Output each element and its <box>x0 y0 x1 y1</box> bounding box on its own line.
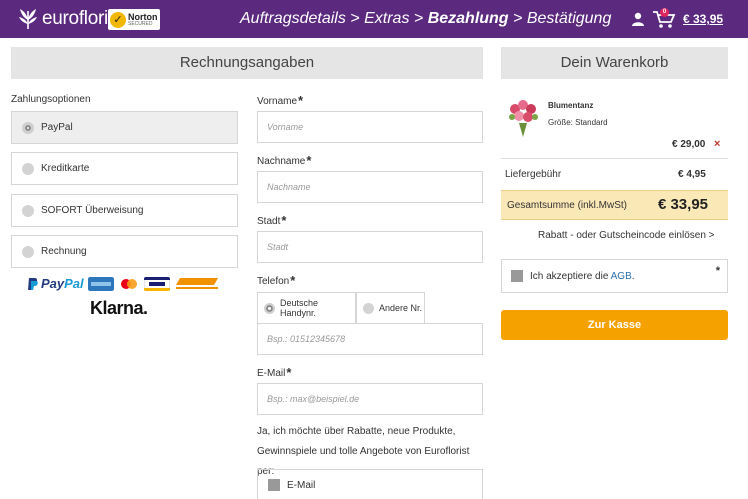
step-separator: > <box>350 10 360 27</box>
remove-item-icon[interactable]: × <box>714 138 720 150</box>
agb-link[interactable]: AGB <box>611 271 632 282</box>
firstname-input[interactable]: Vorname <box>257 111 483 143</box>
city-label: Stadt* <box>257 213 287 228</box>
divider <box>501 158 728 159</box>
amex-card-icon <box>87 276 114 291</box>
phone-label: Telefon* <box>257 273 296 288</box>
shipping-price: € 4,95 <box>678 169 706 180</box>
step-confirmation: Bestätigung <box>526 10 612 27</box>
cart-count-badge: 0 <box>660 8 669 17</box>
payment-option-invoice[interactable]: Rechnung <box>11 235 238 268</box>
paypal-text-b: Pal <box>64 276 84 291</box>
payment-logos: PayPal <box>27 275 220 292</box>
agb-text: Ich akzeptiere die AGB. <box>530 270 635 282</box>
step-payment: Bezahlung <box>427 10 509 27</box>
step-separator: > <box>513 10 523 27</box>
payment-options-label: Zahlungsoptionen <box>11 94 91 105</box>
payment-option-sofort[interactable]: SOFORT Überweisung <box>11 194 238 227</box>
visa-card-icon <box>143 276 170 291</box>
phone-tab-label: Deutsche Handynr. <box>280 298 319 318</box>
phone-input[interactable]: Bsp.: 01512345678 <box>257 323 483 355</box>
checkout-button[interactable]: Zur Kasse <box>501 310 728 340</box>
agb-required-mark: * <box>715 265 720 277</box>
payment-option-label: SOFORT Überweisung <box>41 205 144 216</box>
mastercard-icon <box>117 276 140 291</box>
checkout-steps: Auftragsdetails > Extras > Bezahlung > B… <box>240 10 611 28</box>
norton-sub: SECURED <box>128 20 153 27</box>
newsletter-email-checkbox[interactable]: E-Mail <box>257 469 483 499</box>
total-box: Gesamtsumme (inkl.MwSt) € 33,95 <box>501 190 728 220</box>
lastname-label: Nachname* <box>257 153 312 168</box>
radio-icon[interactable] <box>22 204 34 217</box>
newsletter-email-label: E-Mail <box>287 479 316 491</box>
payment-option-creditcard[interactable]: Kreditkarte <box>11 152 238 185</box>
paypal-logo-icon: PayPal <box>27 276 84 291</box>
product-size: Größe: Standard <box>548 118 608 127</box>
checkbox-icon[interactable] <box>511 270 523 282</box>
total-label: Gesamtsumme (inkl.MwSt) <box>507 200 628 211</box>
radio-icon[interactable] <box>264 302 275 314</box>
radio-icon[interactable] <box>22 245 34 258</box>
payment-option-label: Rechnung <box>41 246 87 257</box>
sofort-logo-icon <box>173 276 220 289</box>
step-details: Auftragsdetails <box>240 10 346 27</box>
city-input[interactable]: Stadt <box>257 231 483 263</box>
user-icon[interactable] <box>631 12 645 26</box>
top-header: eurofloristt ✓ Norton SECURED Auftragsde… <box>0 0 748 38</box>
radio-icon[interactable] <box>22 162 34 175</box>
checkbox-icon[interactable] <box>268 479 280 491</box>
paypal-text-a: Pay <box>41 276 65 291</box>
billing-heading: Rechnungsangaben <box>11 47 483 79</box>
phone-tab-other[interactable]: Andere Nr. <box>356 292 425 324</box>
radio-icon[interactable] <box>22 121 34 134</box>
agb-checkbox-row[interactable]: Ich akzeptiere die AGB. * <box>501 259 728 293</box>
bouquet-image-icon <box>509 100 538 137</box>
klarna-logo: Klarna. <box>90 298 148 318</box>
total-price: € 33,95 <box>657 196 708 213</box>
step-separator: > <box>413 10 424 27</box>
norton-label: Norton <box>128 11 158 22</box>
flower-logo-icon <box>19 9 37 30</box>
product-price: € 29,00 <box>672 139 706 150</box>
phone-tab-german[interactable]: Deutsche Handynr. <box>257 292 356 324</box>
radio-icon[interactable] <box>363 302 374 314</box>
payment-option-paypal[interactable]: PayPal <box>11 111 238 144</box>
payment-option-label: PayPal <box>41 122 73 133</box>
step-extras: Extras <box>364 10 410 27</box>
norton-badge: ✓ Norton SECURED <box>108 9 160 30</box>
payment-option-label: Kreditkarte <box>41 163 90 174</box>
voucher-link[interactable]: Rabatt - oder Gutscheincode einlösen > <box>538 230 715 241</box>
email-input[interactable]: Bsp.: max@beispiel.de <box>257 383 483 415</box>
product-name: Blumentanz <box>548 101 594 110</box>
cart-heading: Dein Warenkorb <box>501 47 728 79</box>
norton-check-icon: ✓ <box>110 11 126 28</box>
header-cart-total[interactable]: € 33,95 <box>683 12 723 26</box>
firstname-label: Vorname* <box>257 93 304 108</box>
email-label: E-Mail* <box>257 365 292 380</box>
lastname-input[interactable]: Nachname <box>257 171 483 203</box>
shipping-label: Liefergebühr <box>505 169 562 180</box>
phone-tab-label: Andere Nr. <box>379 303 423 313</box>
